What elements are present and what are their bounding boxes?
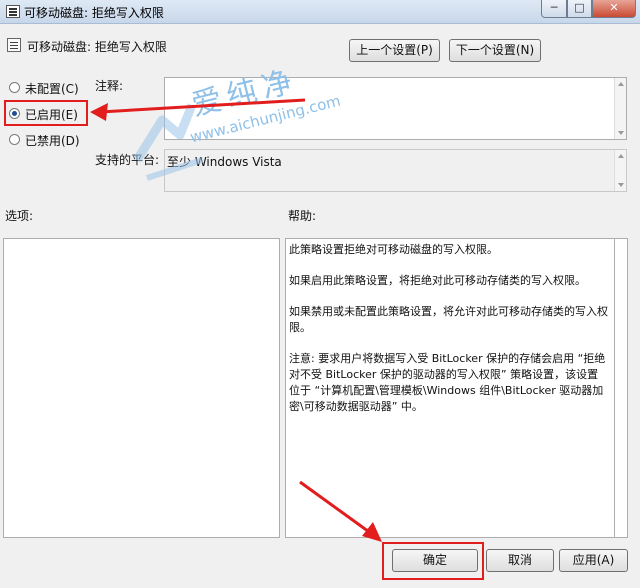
scroll-up-arrow-icon[interactable] [618,154,624,158]
minimize-button[interactable]: ─ [541,0,567,18]
options-label: 选项: [5,209,34,223]
help-text: 此策略设置拒绝对可移动磁盘的写入权限。 如果启用此策略设置，将拒绝对此可移动存储… [289,242,609,430]
policy-document-icon [7,38,21,52]
close-button[interactable]: ✕ [592,0,636,18]
apply-button[interactable]: 应用(A) [559,549,628,572]
options-panel [3,238,280,538]
help-paragraph: 此策略设置拒绝对可移动磁盘的写入权限。 [289,243,498,256]
platform-scrollbar[interactable] [614,150,626,191]
help-label: 帮助: [288,209,317,223]
next-setting-button[interactable]: 下一个设置(N) [449,39,541,62]
help-paragraph: 注意: 要求用户将数据写入受 BitLocker 保护的存储会启用 “拒绝对不受… [289,352,606,413]
previous-setting-button[interactable]: 上一个设置(P) [349,39,440,62]
radio-button[interactable] [9,82,20,93]
comment-label: 注释: [95,79,124,93]
highlight-box-ok [382,542,484,580]
radio-button[interactable] [9,134,20,145]
maximize-button[interactable]: □ [567,0,592,18]
help-paragraph: 如果禁用或未配置此策略设置，将允许对此可移动存储类的写入权限。 [289,305,608,334]
policy-document-icon [6,5,20,18]
scroll-up-arrow-icon[interactable] [618,82,624,86]
policy-title: 可移动磁盘: 拒绝写入权限 [27,40,167,54]
radio-label: 未配置(C) [25,82,79,96]
help-paragraph: 如果启用此策略设置，将拒绝对此可移动存储类的写入权限。 [289,274,586,287]
cancel-button[interactable]: 取消 [486,549,554,572]
window-title: 可移动磁盘: 拒绝写入权限 [24,6,164,20]
radio-label: 已禁用(D) [25,134,80,148]
scroll-down-arrow-icon[interactable] [618,131,624,135]
highlight-box-enabled [4,100,88,126]
help-scrollbar[interactable] [615,238,628,538]
scroll-down-arrow-icon[interactable] [618,183,624,187]
help-panel: 此策略设置拒绝对可移动磁盘的写入权限。 如果启用此策略设置，将拒绝对此可移动存储… [285,238,615,538]
comment-scrollbar[interactable] [614,78,626,139]
title-bar: 可移动磁盘: 拒绝写入权限 ─ □ ✕ [0,0,640,24]
